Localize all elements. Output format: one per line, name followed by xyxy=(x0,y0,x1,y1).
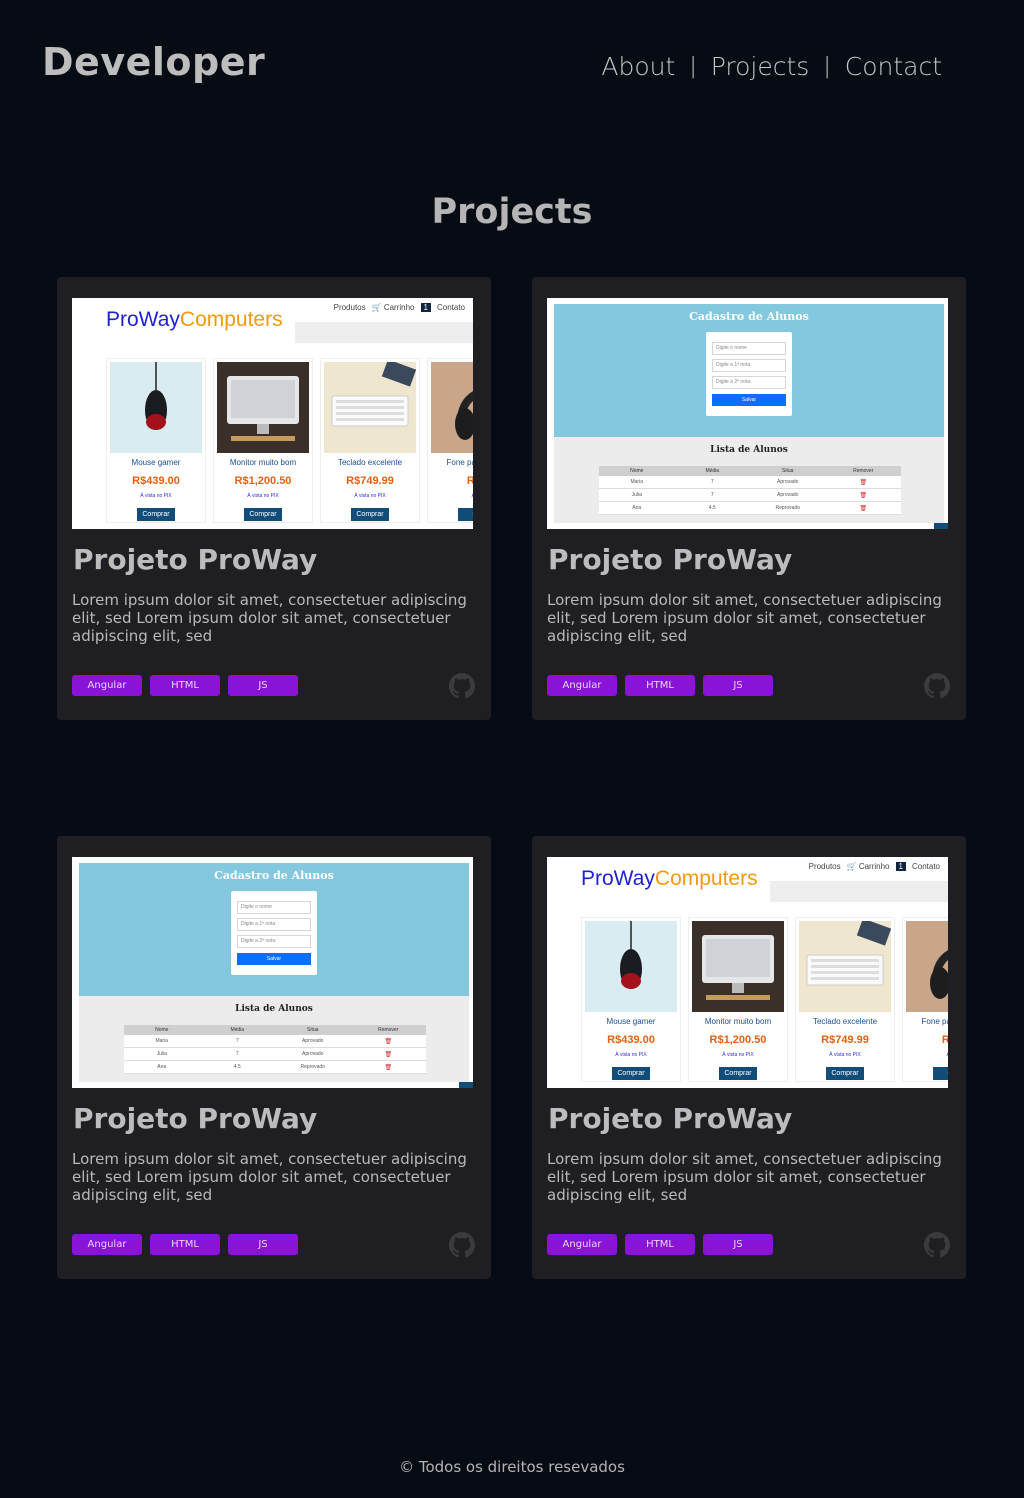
cadastro-screenshot: Cadastro de Alunos Digite o nome Digite … xyxy=(547,298,948,529)
github-icon[interactable] xyxy=(924,673,950,699)
github-icon[interactable] xyxy=(449,1232,475,1258)
proway-product-list: Mouse gamer R$439.00 À vista no PIX Comprar… xyxy=(581,917,948,1082)
nav-projects-link[interactable]: Projects xyxy=(711,52,810,81)
project-thumbnail[interactable]: Cadastro de Alunos Digite o nome Digite … xyxy=(547,298,948,529)
project-title: Projeto ProWay xyxy=(548,543,793,576)
project-card: Cadastro de Alunos Digite o nome Digite … xyxy=(57,836,491,1279)
tech-tag[interactable]: Angular xyxy=(72,1234,142,1255)
tech-tag[interactable]: Angular xyxy=(72,675,142,696)
project-title: Projeto ProWay xyxy=(73,543,318,576)
nav-separator: | xyxy=(689,54,697,79)
project-description: Lorem ipsum dolor sit amet, consectetuer… xyxy=(72,1150,467,1204)
tech-tag[interactable]: Angular xyxy=(547,1234,617,1255)
tech-tags: Angular HTML JS xyxy=(547,675,773,696)
tech-tag[interactable]: HTML xyxy=(625,675,695,696)
project-card: ProWayComputers Produtos 🛒 Carrinho 1 Co… xyxy=(57,277,491,720)
nav-separator: | xyxy=(823,54,831,79)
site-header: Developer About | Projects | Contact xyxy=(0,0,1024,130)
brand-logo[interactable]: Developer xyxy=(42,40,265,84)
project-thumbnail[interactable]: ProWayComputers Produtos 🛒 Carrinho 1 Co… xyxy=(72,298,473,529)
tech-tag[interactable]: HTML xyxy=(150,1234,220,1255)
tech-tag[interactable]: JS xyxy=(703,1234,773,1255)
cadastro-screenshot: Cadastro de Alunos Digite o nome Digite … xyxy=(72,857,473,1088)
proway-product-list: Mouse gamer R$439.00 À vista no PIX Comprar… xyxy=(106,358,473,523)
tech-tag[interactable]: JS xyxy=(228,675,298,696)
project-description: Lorem ipsum dolor sit amet, consectetuer… xyxy=(547,1150,942,1204)
tech-tags: Angular HTML JS xyxy=(547,1234,773,1255)
footer-copyright: © Todos os direitos resevados xyxy=(399,1458,625,1476)
product-card: Monitor muito bom R$1,200.50 À vista no PI… xyxy=(213,358,313,523)
product-card: Mouse gamer R$439.00 À vista no PIX Comprar xyxy=(106,358,206,523)
project-card: Cadastro de Alunos Digite o nome Digite … xyxy=(532,277,966,720)
product-card: Mouse gamer R$439.00 À vista no PIX Comprar xyxy=(581,917,681,1082)
product-card: Teclado excelente R$749.99 À vista no PIX C… xyxy=(320,358,420,523)
nav-about-link[interactable]: About xyxy=(601,52,675,81)
proway-logo: ProWayComputers xyxy=(581,867,758,890)
nav-contact-link[interactable]: Contact xyxy=(845,52,942,81)
tech-tags: Angular HTML JS xyxy=(72,1234,298,1255)
projects-section-title: Projects xyxy=(431,192,593,232)
proway-nav: Produtos 🛒 Carrinho 1 Contato xyxy=(333,303,465,312)
proway-nav: Produtos 🛒 Carrinho 1 Contato xyxy=(808,862,940,871)
product-card: Monitor muito bom R$1,200.50 À vista no PI… xyxy=(688,917,788,1082)
project-title: Projeto ProWay xyxy=(548,1102,793,1135)
project-description: Lorem ipsum dolor sit amet, consectetuer… xyxy=(547,591,942,645)
product-card: Fone para o FPSR$5À visCo xyxy=(427,358,473,523)
tech-tag[interactable]: HTML xyxy=(625,1234,695,1255)
project-thumbnail[interactable]: Cadastro de Alunos Digite o nome Digite … xyxy=(72,857,473,1088)
tech-tag[interactable]: HTML xyxy=(150,675,220,696)
proway-logo: ProWayComputers xyxy=(106,308,283,331)
tech-tag[interactable]: JS xyxy=(228,1234,298,1255)
project-description: Lorem ipsum dolor sit amet, consectetuer… xyxy=(72,591,467,645)
github-icon[interactable] xyxy=(924,1232,950,1258)
main-nav: About | Projects | Contact xyxy=(601,52,942,81)
project-title: Projeto ProWay xyxy=(73,1102,318,1135)
product-card: Fone para o FPSR$5À visCo xyxy=(902,917,948,1082)
tech-tags: Angular HTML JS xyxy=(72,675,298,696)
product-card: Teclado excelente R$749.99 À vista no PIX C… xyxy=(795,917,895,1082)
github-icon[interactable] xyxy=(449,673,475,699)
project-card: ProWayComputers Produtos 🛒 Carrinho 1 Co… xyxy=(532,836,966,1279)
tech-tag[interactable]: JS xyxy=(703,675,773,696)
project-thumbnail[interactable]: ProWayComputers Produtos 🛒 Carrinho 1 Co… xyxy=(547,857,948,1088)
tech-tag[interactable]: Angular xyxy=(547,675,617,696)
